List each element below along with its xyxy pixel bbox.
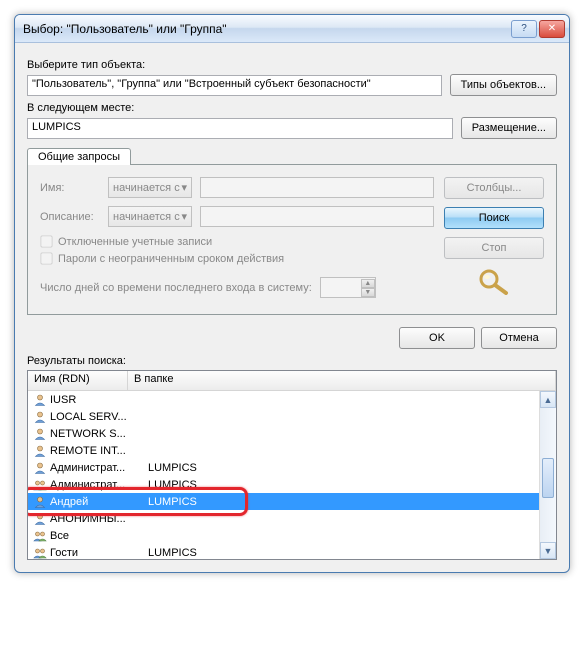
scroll-up-icon[interactable]: ▲ — [540, 391, 556, 408]
scrollbar-track[interactable] — [540, 408, 556, 542]
group-icon — [32, 529, 48, 543]
user-icon — [32, 427, 48, 441]
help-icon: ? — [521, 23, 527, 34]
cell-name: АНОНИМНЫ... — [50, 513, 144, 525]
columns-button[interactable]: Столбцы... — [444, 177, 544, 199]
ok-button[interactable]: OK — [399, 327, 475, 349]
spinner-up-icon: ▲ — [361, 279, 375, 288]
dialog-window: Выбор: "Пользователь" или "Группа" ? ✕ В… — [14, 14, 570, 573]
password-noexpire-checkbox — [40, 252, 52, 264]
dialog-content: Выберите тип объекта: "Пользователь", "Г… — [15, 43, 569, 572]
cell-name: NETWORK S... — [50, 428, 144, 440]
table-row[interactable]: LOCAL SERV... — [28, 408, 556, 425]
scrollbar-thumb[interactable] — [542, 458, 554, 498]
table-row[interactable]: Администрат... LUMPICS — [28, 459, 556, 476]
user-icon — [32, 512, 48, 526]
cell-name: Администрат... — [50, 462, 144, 474]
results-label: Результаты поиска: — [27, 355, 557, 367]
vertical-scrollbar[interactable]: ▲ ▼ — [539, 391, 556, 559]
name-filter-input — [200, 177, 434, 198]
cell-name: Андрей — [50, 496, 144, 508]
days-since-logon-label: Число дней со времени последнего входа в… — [40, 282, 312, 294]
user-icon — [32, 393, 48, 407]
cell-folder: LUMPICS — [148, 462, 556, 474]
group-icon — [32, 546, 48, 560]
days-since-logon-spinner: ▲ ▼ — [320, 277, 376, 298]
close-icon: ✕ — [548, 23, 556, 34]
object-types-button[interactable]: Типы объектов... — [450, 74, 557, 96]
user-icon — [32, 444, 48, 458]
tab-common-queries[interactable]: Общие запросы — [27, 148, 131, 165]
location-field[interactable]: LUMPICS — [27, 118, 453, 139]
table-row[interactable]: IUSR — [28, 391, 556, 408]
disabled-accounts-checkbox — [40, 235, 52, 247]
disabled-accounts-label: Отключенные учетные записи — [58, 236, 212, 248]
cell-folder: LUMPICS — [148, 479, 556, 491]
table-row[interactable]: Администрат... LUMPICS — [28, 476, 556, 493]
tab-panel: Имя: начинается с ▾ Описание: начинается… — [27, 164, 557, 315]
spinner-down-icon: ▼ — [361, 288, 375, 297]
object-type-label: Выберите тип объекта: — [27, 59, 557, 71]
window-title: Выбор: "Пользователь" или "Группа" — [23, 22, 509, 36]
table-row[interactable]: Все — [28, 527, 556, 544]
cell-name: Гости — [50, 547, 144, 559]
cell-name: LOCAL SERV... — [50, 411, 144, 423]
titlebar: Выбор: "Пользователь" или "Группа" ? ✕ — [15, 15, 569, 43]
locations-button[interactable]: Размещение... — [461, 117, 557, 139]
table-row[interactable]: Андрей LUMPICS — [28, 493, 556, 510]
search-button[interactable]: Поиск — [444, 207, 544, 229]
stop-button[interactable]: Стоп — [444, 237, 544, 259]
table-row[interactable]: Гости LUMPICS — [28, 544, 556, 560]
scroll-down-icon[interactable]: ▼ — [540, 542, 556, 559]
user-icon — [32, 495, 48, 509]
user-icon — [32, 410, 48, 424]
table-row[interactable]: NETWORK S... — [28, 425, 556, 442]
close-button[interactable]: ✕ — [539, 20, 565, 38]
cell-name: Администрат... — [50, 479, 144, 491]
column-folder-header[interactable]: В папке — [128, 371, 556, 390]
location-label: В следующем месте: — [27, 102, 557, 114]
cell-name: Все — [50, 530, 144, 542]
cell-folder: LUMPICS — [148, 496, 556, 508]
desc-filter-input — [200, 206, 434, 227]
desc-filter-label: Описание: — [40, 211, 100, 223]
object-type-field[interactable]: "Пользователь", "Группа" или "Встроенный… — [27, 75, 442, 96]
cell-name: REMOTE INT... — [50, 445, 144, 457]
desc-match-select: начинается с ▾ — [108, 206, 192, 227]
cell-folder: LUMPICS — [148, 547, 556, 559]
password-noexpire-label: Пароли с неограниченным сроком действия — [58, 253, 284, 265]
help-button[interactable]: ? — [511, 20, 537, 38]
cell-name: IUSR — [50, 394, 144, 406]
cancel-button[interactable]: Отмена — [481, 327, 557, 349]
user-icon — [32, 461, 48, 475]
results-listview[interactable]: Имя (RDN) В папке IUSR LOCAL SERV... NETWO… — [27, 370, 557, 560]
table-row[interactable]: REMOTE INT... — [28, 442, 556, 459]
magnifier-icon — [476, 267, 512, 302]
group-icon — [32, 478, 48, 492]
chevron-down-icon: ▾ — [181, 181, 187, 194]
table-row[interactable]: АНОНИМНЫ... — [28, 510, 556, 527]
chevron-down-icon: ▾ — [181, 210, 187, 223]
column-name-header[interactable]: Имя (RDN) — [28, 371, 128, 390]
results-header: Имя (RDN) В папке — [28, 371, 556, 391]
name-filter-label: Имя: — [40, 182, 100, 194]
name-match-select: начинается с ▾ — [108, 177, 192, 198]
